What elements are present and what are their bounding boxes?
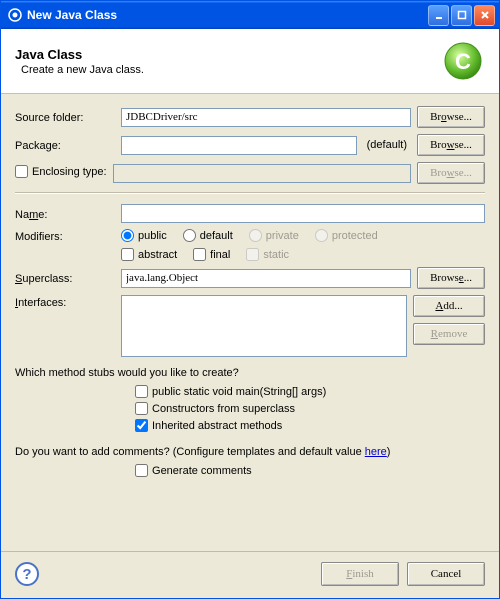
finish-button: Finish [321, 562, 399, 586]
footer: ? Finish Cancel [1, 551, 499, 598]
comments-question: Do you want to add comments? (Configure … [15, 446, 485, 458]
superclass-input[interactable] [121, 269, 411, 288]
package-label: Package: [15, 138, 115, 152]
modifier-final-checkbox[interactable]: final [193, 248, 230, 261]
stub-main-checkbox[interactable]: public static void main(String[] args) [135, 385, 326, 398]
banner-subheading: Create a new Java class. [15, 64, 441, 76]
app-icon [7, 7, 23, 23]
generate-comments-checkbox[interactable]: Generate comments [135, 464, 252, 477]
modifier-default-radio[interactable]: default [183, 229, 233, 242]
titlebar[interactable]: New Java Class [1, 1, 499, 29]
name-input[interactable] [121, 204, 485, 223]
banner: Java Class Create a new Java class. C [1, 29, 499, 94]
class-icon: C [441, 39, 485, 83]
modifier-public-radio[interactable]: public [121, 229, 167, 242]
stub-inherited-checkbox[interactable]: Inherited abstract methods [135, 419, 282, 432]
package-default-label: (default) [363, 139, 411, 151]
source-folder-input[interactable] [121, 108, 411, 127]
configure-templates-link[interactable]: here [365, 446, 387, 458]
modifiers-label: Modifiers: [15, 229, 115, 243]
window-title: New Java Class [27, 8, 426, 22]
enclosing-type-input [113, 164, 411, 183]
content-area: Source folder: Browse... Package: (defau… [1, 94, 499, 551]
maximize-button[interactable] [451, 5, 472, 26]
stub-constructors-checkbox[interactable]: Constructors from superclass [135, 402, 295, 415]
interfaces-listbox[interactable] [121, 295, 407, 357]
enclosing-type-checkbox[interactable] [15, 165, 28, 178]
source-folder-browse-button[interactable]: Browse... [417, 106, 485, 128]
cancel-button[interactable]: Cancel [407, 562, 485, 586]
superclass-label: Superclass: [15, 271, 115, 285]
modifier-protected-radio: protected [315, 229, 378, 242]
interfaces-label: Interfaces: [15, 295, 115, 309]
minimize-button[interactable] [428, 5, 449, 26]
enclosing-type-browse-button: Browse... [417, 162, 485, 184]
modifier-static-checkbox: static [246, 248, 289, 261]
interfaces-remove-button: Remove [413, 323, 485, 345]
dialog-window: New Java Class Java Class Create a new J… [0, 0, 500, 599]
banner-heading: Java Class [15, 47, 441, 62]
help-icon[interactable]: ? [15, 562, 39, 586]
enclosing-type-label: Enclosing type: [32, 166, 107, 178]
separator-1 [15, 192, 485, 194]
package-input[interactable] [121, 136, 357, 155]
package-browse-button[interactable]: Browse... [417, 134, 485, 156]
modifier-abstract-checkbox[interactable]: abstract [121, 248, 177, 261]
close-button[interactable] [474, 5, 495, 26]
superclass-browse-button[interactable]: Browse... [417, 267, 485, 289]
name-label: Name: [15, 207, 115, 221]
stubs-question: Which method stubs would you like to cre… [15, 367, 485, 379]
svg-text:C: C [455, 49, 471, 74]
interfaces-add-button[interactable]: Add... [413, 295, 485, 317]
modifier-private-radio: private [249, 229, 299, 242]
enclosing-type-checkbox-wrap: Enclosing type: [15, 165, 107, 181]
source-folder-label: Source folder: [15, 110, 115, 124]
